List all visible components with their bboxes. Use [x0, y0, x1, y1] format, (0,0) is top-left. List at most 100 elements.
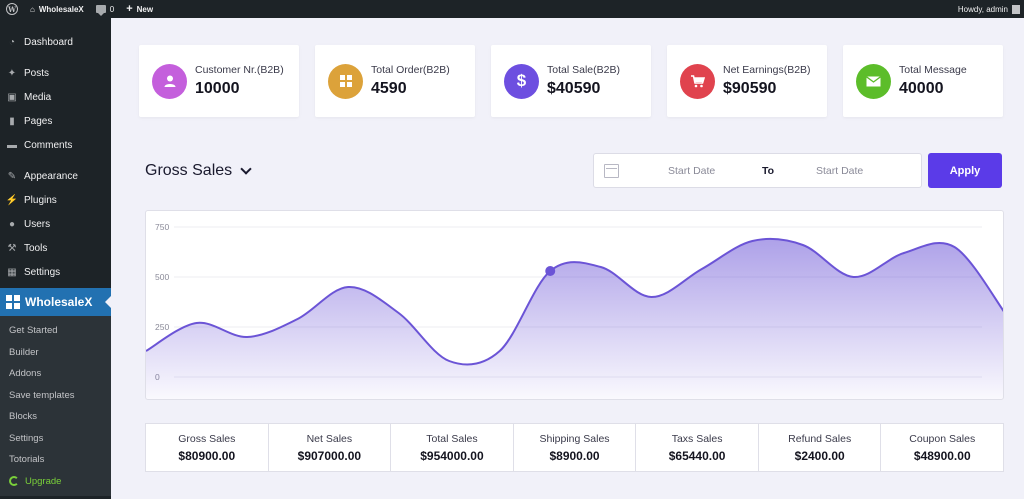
dollar-icon: $	[516, 71, 527, 90]
data-point[interactable]	[446, 358, 452, 364]
sidebar-item-label: Settings	[24, 266, 61, 278]
summary-value: $48900.00	[913, 448, 971, 463]
wp-logo-button[interactable]: W	[0, 0, 24, 18]
gross-sales-chart: 7505002500	[145, 210, 1004, 400]
y-tick-label: 250	[155, 322, 169, 332]
my-account[interactable]: Howdy, admin	[957, 4, 1024, 14]
site-name-link[interactable]: ⌂ WholesaleX	[24, 0, 90, 18]
data-point[interactable]	[244, 334, 250, 340]
grid-icon	[339, 75, 352, 87]
card-label: Total Order(B2B)	[371, 63, 450, 76]
data-point[interactable]	[194, 320, 200, 326]
apply-button[interactable]: Apply	[928, 153, 1002, 188]
submenu-save-templates[interactable]: Save templates	[0, 385, 111, 407]
sidebar-item-label: Tools	[24, 242, 48, 254]
sidebar-item-label: Plugins	[24, 194, 57, 206]
user-icon	[164, 75, 175, 87]
sidebar-item-dashboard[interactable]: ◔ Dashboard	[0, 30, 111, 54]
data-point[interactable]	[951, 244, 957, 250]
comments-count: 0	[109, 4, 115, 14]
avatar	[1012, 4, 1020, 14]
media-icon: ▣	[7, 91, 17, 103]
plus-icon: +	[126, 3, 133, 15]
card-label: Total Sale(B2B)	[547, 63, 620, 76]
total-order-card: Total Order(B2B) 4590	[315, 45, 475, 117]
customer-card: Customer Nr.(B2B) 10000	[139, 45, 299, 117]
highlighted-data-point[interactable]	[545, 266, 556, 276]
submenu-builder[interactable]: Builder	[0, 342, 111, 364]
card-icon-circle	[152, 63, 187, 99]
summary-value: $80900.00	[178, 448, 236, 463]
gross-sales-dropdown[interactable]: Gross Sales	[145, 162, 252, 180]
admin-bar: W ⌂ WholesaleX 0 + New Howdy, admin	[0, 0, 1024, 18]
card-value: $90590	[723, 79, 777, 97]
start-date-input[interactable]: Start Date	[668, 165, 715, 177]
new-content-button[interactable]: + New	[120, 0, 159, 18]
submenu-tutorials[interactable]: Totorials	[0, 449, 111, 471]
pages-icon: ▮	[9, 115, 15, 127]
summary-value: $8900.00	[549, 448, 600, 463]
summary-label: Net Sales	[306, 432, 353, 445]
data-point[interactable]	[295, 316, 301, 322]
summary-gross-sales: Gross Sales $80900.00	[146, 424, 269, 471]
sidebar-item-comments[interactable]: ▬ Comments	[0, 133, 111, 157]
card-value: 40000	[899, 79, 944, 97]
submenu-upgrade[interactable]: Upgrade	[0, 471, 111, 493]
data-point[interactable]	[648, 294, 654, 300]
comment-bubble-icon	[95, 5, 106, 16]
sidebar-item-media[interactable]: ▣ Media	[0, 85, 111, 109]
sidebar-item-tools[interactable]: ⚒ Tools	[0, 236, 111, 260]
submenu-blocks[interactable]: Blocks	[0, 406, 111, 428]
card-icon-circle: $	[504, 63, 539, 99]
summary-value: $65440.00	[668, 448, 726, 463]
new-label: New	[136, 4, 154, 14]
summary-label: Gross Sales	[178, 432, 236, 445]
sidebar-item-wholesalex[interactable]: WholesaleX	[0, 288, 111, 316]
data-point[interactable]	[598, 264, 604, 270]
sidebar-item-label: Posts	[24, 67, 50, 79]
card-value: 10000	[195, 79, 240, 97]
admin-sidebar: ◔ Dashboard ✦ Posts ▣ Media ▮ Pages ▬ Co…	[0, 18, 111, 499]
card-icon-circle	[328, 63, 363, 99]
sidebar-item-settings[interactable]: ▦ Settings	[0, 260, 111, 284]
sidebar-item-users[interactable]: ● Users	[0, 212, 111, 236]
chevron-down-icon	[240, 163, 252, 175]
data-point[interactable]	[497, 348, 503, 354]
plugin-icon: ⚡	[5, 194, 19, 206]
mail-icon	[866, 75, 881, 86]
sidebar-item-label: Media	[24, 91, 52, 103]
y-tick-label: 500	[155, 272, 169, 282]
data-point[interactable]	[699, 266, 705, 272]
summary-value: $907000.00	[297, 448, 362, 463]
data-point[interactable]	[850, 274, 856, 280]
data-point[interactable]	[749, 238, 755, 244]
date-range-picker: Start Date To Start Date	[593, 153, 922, 188]
end-date-input[interactable]: Start Date	[816, 165, 863, 177]
card-label: Net Earnings(B2B)	[723, 63, 811, 76]
summary-taxs-sales: Taxs Sales $65440.00	[636, 424, 759, 471]
sidebar-item-posts[interactable]: ✦ Posts	[0, 61, 111, 85]
home-icon: ⌂	[30, 4, 35, 14]
summary-label: Total Sales	[426, 432, 478, 445]
summary-label: Refund Sales	[788, 432, 852, 445]
card-icon-circle	[680, 63, 715, 99]
sidebar-item-appearance[interactable]: ✎ Appearance	[0, 164, 111, 188]
submenu-get-started[interactable]: Get Started	[0, 320, 111, 342]
comments-link[interactable]: 0	[90, 0, 120, 18]
submenu-addons[interactable]: Addons	[0, 363, 111, 385]
card-label: Total Message	[899, 63, 967, 76]
chart-svg: 7505002500	[146, 222, 1003, 399]
greeting: Howdy, admin	[957, 4, 1008, 14]
calendar-icon[interactable]	[604, 163, 619, 178]
sidebar-item-plugins[interactable]: ⚡ Plugins	[0, 188, 111, 212]
y-tick-label: 750	[155, 222, 169, 232]
data-point[interactable]	[396, 310, 402, 316]
sidebar-item-pages[interactable]: ▮ Pages	[0, 109, 111, 133]
card-value: 4590	[371, 79, 407, 97]
data-point[interactable]	[901, 250, 907, 256]
data-point[interactable]	[800, 242, 806, 248]
data-point[interactable]	[345, 284, 351, 290]
sidebar-item-label: Users	[24, 218, 51, 230]
submenu-settings[interactable]: Settings	[0, 428, 111, 450]
comments-icon: ▬	[7, 139, 17, 151]
